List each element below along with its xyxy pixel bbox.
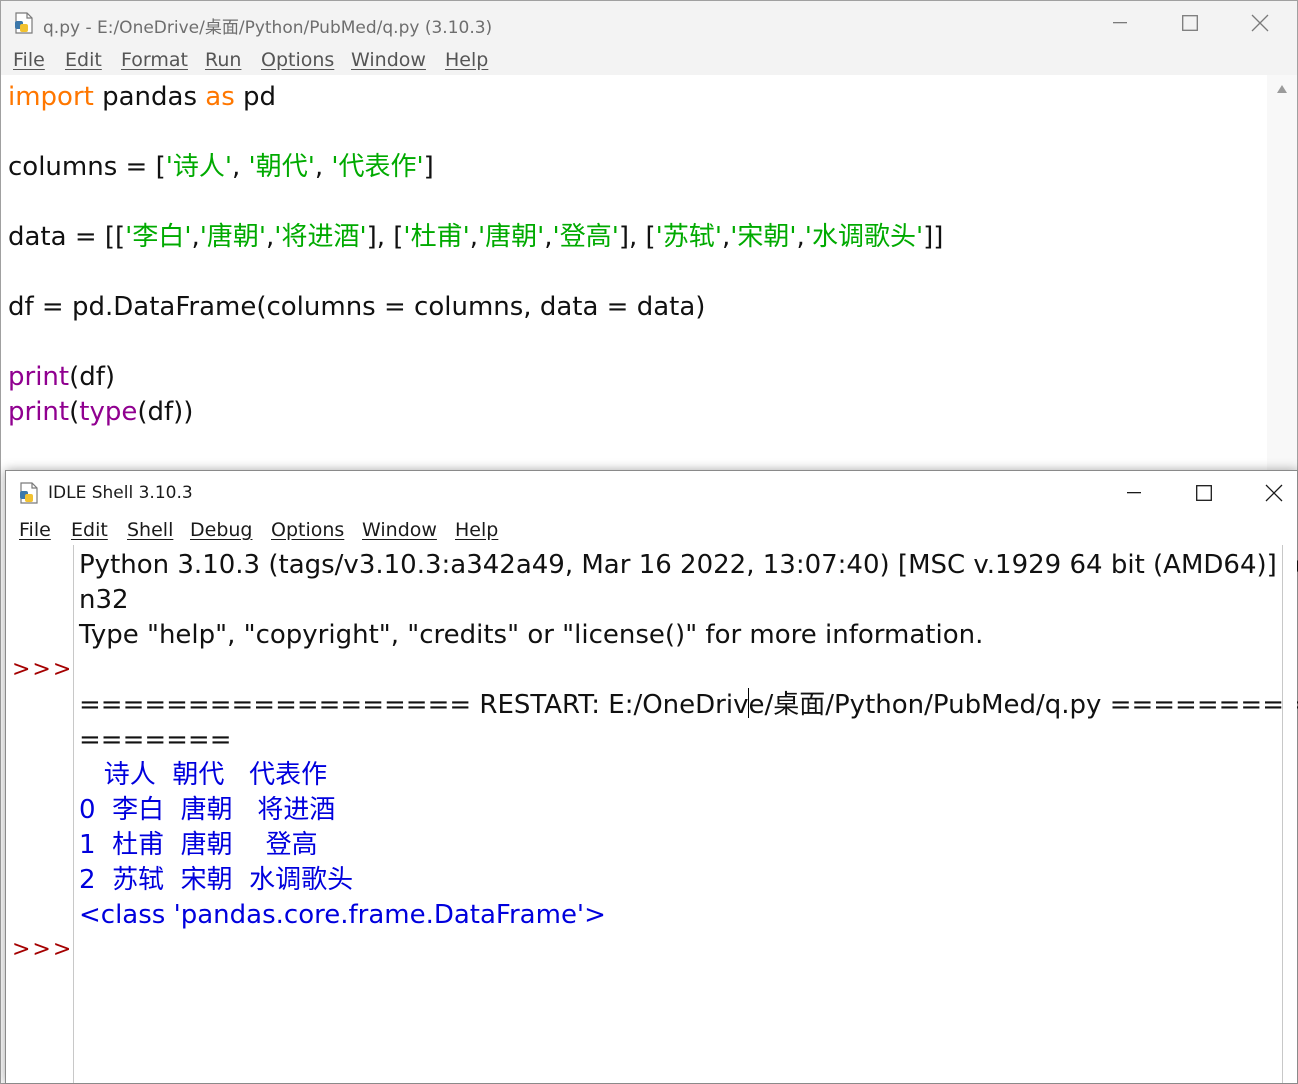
dataframe-row: 0 李白 唐朝 将进酒 [79, 795, 336, 825]
restart-line: ================== RESTART: E:/OneDrive/… [79, 688, 1298, 720]
shell-titlebar[interactable]: IDLE Shell 3.10.3 [6, 471, 1297, 515]
menu-shell[interactable]: Shell [127, 519, 173, 541]
minimize-icon [1113, 22, 1127, 24]
editor-title: q.py - E:/OneDrive/桌面/Python/PubMed/q.py… [43, 18, 493, 38]
shell-menubar: File Edit Shell Debug Options Window Hel… [6, 515, 1297, 545]
menu-run[interactable]: Run [205, 49, 241, 71]
close-icon [1251, 14, 1269, 32]
restart-line: ======= [79, 725, 232, 755]
dataframe-row: 2 苏轼 宋朝 水调歌头 [79, 865, 354, 895]
code-line-10: print(type(df)) [8, 397, 194, 427]
editor-menubar: File Edit Format Run Options Window Help [1, 45, 1297, 75]
shell-scrollbar[interactable] [1282, 545, 1297, 1083]
type-output: <class 'pandas.core.frame.DataFrame'> [79, 900, 606, 930]
scroll-up-arrow-icon[interactable] [1277, 85, 1287, 93]
maximize-icon [1182, 15, 1198, 31]
prompt-gutter: >>> >>> [6, 545, 74, 1083]
menu-edit[interactable]: Edit [71, 519, 108, 541]
menu-file[interactable]: File [13, 49, 45, 71]
code-line-9: print(df) [8, 362, 116, 392]
dataframe-header: 诗人 朝代 代表作 [79, 760, 328, 790]
close-icon [1265, 484, 1283, 502]
banner-line: Python 3.10.3 (tags/v3.10.3:a342a49, Mar… [79, 550, 1298, 580]
code-line-3: columns = ['诗人', '朝代', '代表作'] [8, 152, 434, 182]
maximize-button[interactable] [1155, 1, 1225, 45]
dataframe-row: 1 杜甫 唐朝 登高 [79, 830, 318, 860]
close-button[interactable] [1239, 471, 1298, 515]
close-button[interactable] [1225, 1, 1295, 45]
menu-debug[interactable]: Debug [190, 519, 252, 541]
banner-line: n32 [79, 585, 129, 615]
code-line-7: df = pd.DataFrame(columns = columns, dat… [8, 292, 706, 322]
maximize-icon [1196, 485, 1212, 501]
shell-output[interactable]: Python 3.10.3 (tags/v3.10.3:a342a49, Mar… [74, 545, 1298, 1083]
shell-prompt: >>> [12, 937, 74, 962]
editor-titlebar[interactable]: q.py - E:/OneDrive/桌面/Python/PubMed/q.py… [1, 1, 1297, 45]
python-file-icon [15, 12, 33, 34]
banner-line: Type "help", "copyright", "credits" or "… [79, 620, 984, 650]
menu-window[interactable]: Window [362, 519, 437, 541]
menu-window[interactable]: Window [351, 49, 426, 71]
menu-edit[interactable]: Edit [65, 49, 102, 71]
code-line-5: data = [['李白','唐朝','将进酒'], ['杜甫','唐朝','登… [8, 222, 944, 252]
minimize-icon [1127, 492, 1141, 494]
menu-options[interactable]: Options [261, 49, 334, 71]
maximize-button[interactable] [1169, 471, 1239, 515]
shell-title: IDLE Shell 3.10.3 [48, 483, 193, 503]
menu-format[interactable]: Format [121, 49, 188, 71]
menu-help[interactable]: Help [455, 519, 498, 541]
minimize-button[interactable] [1085, 1, 1155, 45]
menu-file[interactable]: File [19, 519, 51, 541]
python-file-icon [20, 482, 38, 504]
shell-window: IDLE Shell 3.10.3 File Edit Shell Debug … [5, 470, 1298, 1084]
menu-options[interactable]: Options [271, 519, 344, 541]
shell-prompt: >>> [12, 657, 74, 682]
menu-help[interactable]: Help [445, 49, 488, 71]
minimize-button[interactable] [1099, 471, 1169, 515]
code-line-1: import pandas as pd [8, 82, 277, 112]
